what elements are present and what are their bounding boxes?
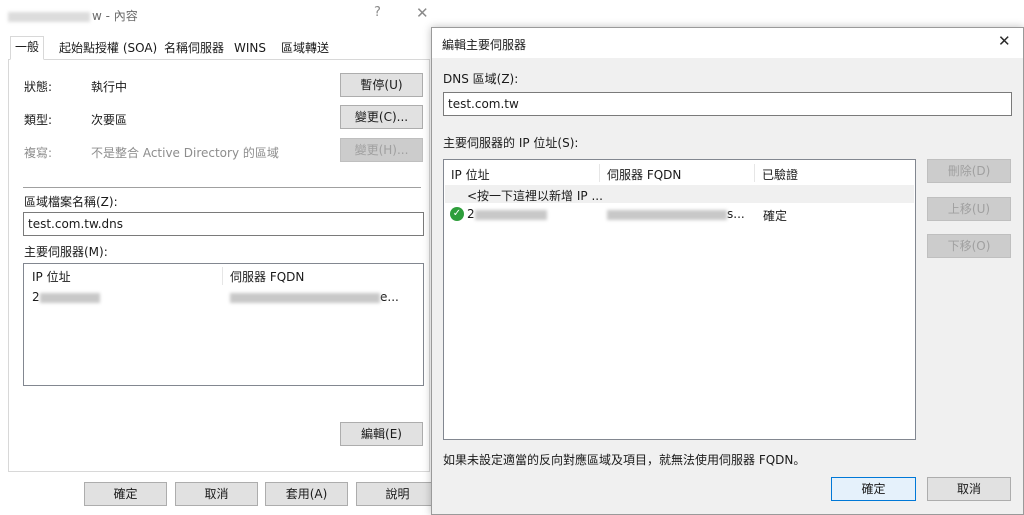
tab-name-servers[interactable]: 名稱伺服器 — [160, 38, 228, 60]
apply-button[interactable]: 套用(A) — [265, 482, 348, 506]
type-value: 次要區 — [91, 113, 128, 127]
row-fqdn: s... — [607, 207, 745, 221]
edit-button[interactable]: 編輯(E) — [340, 422, 423, 446]
tab-general[interactable]: 一般 — [10, 36, 45, 60]
master-ip-list[interactable]: IP 位址 伺服器 FQDN 已驗證 <按一下這裡以新增 IP ... ✓ 2 … — [443, 159, 916, 440]
change-replication-button[interactable]: 變更(H)... — [340, 138, 423, 162]
redacted-ip — [474, 209, 547, 220]
column-divider[interactable] — [222, 267, 223, 285]
column-header-fqdn[interactable]: 伺服器 FQDN — [230, 268, 304, 285]
footer-note: 如果未設定適當的反向對應區域及項目，就無法使用伺服器 FQDN。 — [443, 453, 806, 467]
add-ip-hint: <按一下這裡以新增 IP ... — [467, 189, 603, 203]
row-ip-visible: 2 — [32, 290, 40, 304]
change-type-button[interactable]: 變更(C)... — [340, 105, 423, 129]
column-header-ip[interactable]: IP 位址 — [32, 268, 71, 285]
redacted-fqdn — [230, 292, 380, 303]
replication-label: 複寫: — [24, 146, 53, 160]
column-header-fqdn[interactable]: 伺服器 FQDN — [607, 166, 681, 183]
move-up-button[interactable]: 上移(U) — [927, 197, 1011, 221]
row-fqdn: e... — [230, 290, 399, 304]
add-ip-row[interactable]: <按一下這裡以新增 IP ... — [445, 185, 914, 203]
zone-file-input[interactable]: test.com.tw.dns — [23, 212, 424, 236]
dns-zone-label: DNS 區域(Z): — [443, 72, 519, 86]
close-icon[interactable]: ✕ — [998, 32, 1011, 50]
row-fqdn-visible: s... — [727, 207, 745, 221]
separator — [23, 187, 421, 188]
redacted-ip — [39, 292, 100, 303]
properties-title-text: w - 內容 — [92, 9, 138, 23]
move-down-button[interactable]: 下移(O) — [927, 234, 1011, 258]
validated-check-icon: ✓ — [450, 206, 464, 221]
row-validated: 確定 — [763, 209, 788, 223]
dns-zone-input[interactable]: test.com.tw — [443, 92, 1012, 116]
status-label: 狀態: — [24, 80, 53, 94]
row-ip: 2 — [467, 207, 547, 221]
ip-list-label: 主要伺服器的 IP 位址(S): — [443, 136, 579, 150]
row-ip-visible: 2 — [467, 207, 475, 221]
redacted-fqdn — [607, 209, 727, 220]
tab-soa[interactable]: 起始點授權 (SOA) — [55, 38, 161, 60]
delete-button[interactable]: 刪除(D) — [927, 159, 1011, 183]
zone-file-label: 區域檔案名稱(Z): — [24, 195, 118, 209]
properties-titlebar: w - 內容 ? ✕ — [0, 0, 446, 30]
tab-strip: 一般 起始點授權 (SOA) 名稱伺服器 WINS 區域轉送 — [8, 36, 430, 60]
tab-zone-transfers[interactable]: 區域轉送 — [277, 38, 333, 60]
cancel-button[interactable]: 取消 — [175, 482, 258, 506]
dialog-titlebar: 編輯主要伺服器 ✕ — [432, 28, 1023, 58]
ok-button[interactable]: 確定 — [84, 482, 167, 506]
row-fqdn-visible: e... — [380, 290, 399, 304]
column-header-ip[interactable]: IP 位址 — [451, 166, 490, 183]
close-icon[interactable]: ✕ — [416, 4, 429, 22]
edit-master-servers-dialog: 編輯主要伺服器 ✕ DNS 區域(Z): test.com.tw 主要伺服器的 … — [431, 27, 1024, 515]
tab-wins[interactable]: WINS — [230, 38, 270, 60]
table-row[interactable]: ✓ 2 s... 確定 — [445, 205, 914, 223]
type-label: 類型: — [24, 113, 53, 127]
ok-button[interactable]: 確定 — [831, 477, 916, 501]
column-divider[interactable] — [754, 164, 755, 182]
help-button[interactable]: 說明 — [356, 482, 439, 506]
status-value: 執行中 — [91, 80, 128, 94]
cancel-button[interactable]: 取消 — [927, 477, 1011, 501]
replication-value: 不是整合 Active Directory 的區域 — [91, 146, 279, 160]
pause-button[interactable]: 暫停(U) — [340, 73, 423, 97]
column-divider[interactable] — [599, 164, 600, 182]
general-tab-panel: 狀態: 執行中 暫停(U) 類型: 次要區 變更(C)... 複寫: 不是整合 … — [8, 60, 430, 472]
help-icon[interactable]: ? — [374, 5, 381, 20]
properties-title: w - 內容 — [8, 7, 138, 24]
dialog-title: 編輯主要伺服器 — [442, 38, 527, 52]
zone-properties-window: w - 內容 ? ✕ 一般 起始點授權 (SOA) 名稱伺服器 WINS 區域轉… — [0, 0, 446, 515]
master-servers-list[interactable]: IP 位址 伺服器 FQDN 2 e... — [23, 263, 424, 386]
row-ip: 2 — [32, 290, 100, 304]
redacted-zone-name — [8, 11, 90, 22]
master-servers-label: 主要伺服器(M): — [24, 245, 108, 259]
table-row[interactable]: 2 e... — [24, 288, 423, 306]
column-header-validated[interactable]: 已驗證 — [762, 166, 798, 183]
